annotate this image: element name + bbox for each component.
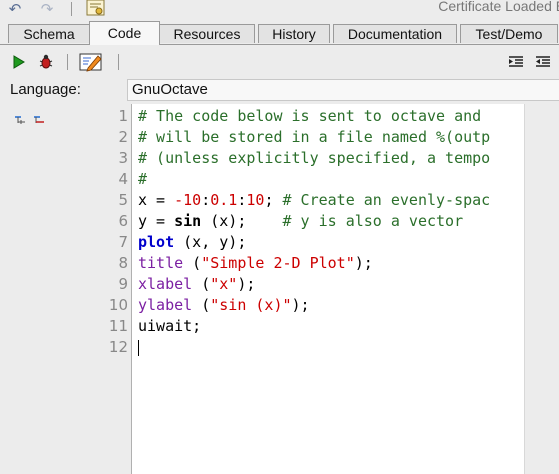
- code-token: 0.1: [210, 191, 238, 209]
- code-token: ;: [264, 191, 283, 209]
- code-token: x =: [138, 191, 175, 209]
- code-token: (: [192, 296, 211, 314]
- line-number: 10: [108, 296, 128, 314]
- line-number: 5: [118, 191, 128, 209]
- code-token: y =: [138, 212, 175, 230]
- code-token: # y is also a vector: [282, 212, 464, 230]
- code-line-text: #: [138, 169, 147, 190]
- code-token: );: [237, 275, 256, 293]
- code-line-text: # will be stored in a file named %(outp: [138, 127, 490, 148]
- expand-all-icon[interactable]: [14, 112, 26, 130]
- code-line-text: uiwait;: [138, 316, 201, 337]
- code-line[interactable]: uiwait;: [132, 316, 524, 337]
- debug-bug-icon[interactable]: [39, 54, 53, 74]
- tab-schema[interactable]: Schema: [8, 24, 90, 43]
- redo-icon[interactable]: ↷: [38, 1, 56, 17]
- code-token: (x);: [201, 212, 283, 230]
- line-number: 9: [118, 275, 128, 293]
- line-number: 8: [118, 254, 128, 272]
- tab-code[interactable]: Code: [89, 21, 160, 45]
- code-toolbar: [0, 45, 559, 78]
- code-line[interactable]: [132, 337, 524, 358]
- certificate-icon[interactable]: [86, 0, 106, 16]
- line-number: 1: [118, 107, 128, 125]
- undo-icon[interactable]: ↶: [6, 1, 24, 17]
- code-token: xlabel: [138, 275, 193, 293]
- code-token: # will be stored in a file named %(outp: [138, 128, 491, 146]
- code-token: :: [201, 191, 211, 209]
- line-number: 2: [118, 128, 128, 146]
- line-number: 3: [118, 149, 128, 167]
- code-line-text: # (unless explicitly specified, a tempo: [138, 148, 490, 169]
- code-line-text: xlabel ("x");: [138, 274, 255, 295]
- code-token: "Simple 2-D Plot": [201, 254, 355, 272]
- code-line[interactable]: # (unless explicitly specified, a tempo: [132, 148, 524, 169]
- tab-documentation[interactable]: Documentation: [333, 24, 457, 43]
- collapse-all-icon[interactable]: [33, 112, 45, 130]
- code-token: "sin (x)": [210, 296, 292, 314]
- tab-test-demo[interactable]: Test/Demo: [460, 24, 558, 43]
- text-cursor: [138, 340, 139, 356]
- code-line[interactable]: #: [132, 169, 524, 190]
- code-line[interactable]: ylabel ("sin (x)");: [132, 295, 524, 316]
- code-token: );: [354, 254, 373, 272]
- code-line-text: plot (x, y);: [138, 232, 246, 253]
- code-token: );: [291, 296, 310, 314]
- indent-icon[interactable]: [508, 55, 524, 74]
- code-token: # (unless explicitly specified, a tempo: [138, 149, 491, 167]
- code-editor[interactable]: # The code below is sent to octave and # …: [131, 104, 524, 474]
- code-line[interactable]: title ("Simple 2-D Plot");: [132, 253, 524, 274]
- code-token: title: [138, 254, 184, 272]
- code-token: uiwait;: [138, 317, 202, 335]
- tab-bar: Schema Code Resources History Documentat…: [0, 21, 559, 45]
- code-line[interactable]: y = sin (x); # y is also a vector: [132, 211, 524, 232]
- language-label: Language:: [10, 81, 81, 98]
- toolbar-separator: [118, 54, 119, 70]
- language-field[interactable]: GnuOctave: [127, 79, 559, 101]
- toolbar-separator: [67, 54, 68, 70]
- code-token: (: [183, 254, 202, 272]
- code-token: (: [192, 275, 211, 293]
- toolbar-separator: [71, 2, 72, 16]
- line-number: 12: [108, 338, 128, 356]
- code-line[interactable]: x = -10:0.1:10; # Create an evenly-spac: [132, 190, 524, 211]
- certificate-status: Certificate Loaded E:: [438, 0, 559, 14]
- code-line-text: ylabel ("sin (x)");: [138, 295, 310, 316]
- code-token: (x, y);: [174, 233, 247, 251]
- code-line-text: title ("Simple 2-D Plot");: [138, 253, 373, 274]
- code-token: #: [138, 170, 148, 188]
- top-bar: ↶ ↷ Certificate Loaded E:: [0, 0, 559, 20]
- code-line-text: # The code below is sent to octave and: [138, 106, 481, 127]
- code-line-text: x = -10:0.1:10; # Create an evenly-spac: [138, 190, 490, 211]
- run-icon[interactable]: [13, 55, 25, 74]
- code-token: # The code below is sent to octave and: [138, 107, 482, 125]
- code-line[interactable]: plot (x, y);: [132, 232, 524, 253]
- tab-resources[interactable]: Resources: [159, 24, 255, 43]
- line-number: 4: [118, 170, 128, 188]
- code-token: sin: [174, 212, 202, 230]
- line-number: 6: [118, 212, 128, 230]
- code-token: plot: [138, 233, 175, 251]
- tab-history[interactable]: History: [258, 24, 330, 43]
- code-token: ylabel: [138, 296, 193, 314]
- editor-overview-ruler: [524, 104, 559, 474]
- line-number: 11: [108, 317, 128, 335]
- code-line[interactable]: # will be stored in a file named %(outp: [132, 127, 524, 148]
- code-line-text: y = sin (x); # y is also a vector: [138, 211, 463, 232]
- edit-script-icon[interactable]: [79, 52, 103, 77]
- code-token: "x": [210, 275, 238, 293]
- line-number: 7: [118, 233, 128, 251]
- code-token: -10: [174, 191, 202, 209]
- code-line[interactable]: xlabel ("x");: [132, 274, 524, 295]
- outdent-icon[interactable]: [535, 55, 551, 74]
- code-token: 10: [246, 191, 265, 209]
- code-token: # Create an evenly-spac: [282, 191, 491, 209]
- line-numbers: 1 2 3 4 5 6 7 8 9 10 11 12: [108, 104, 130, 474]
- code-line[interactable]: # The code below is sent to octave and: [132, 106, 524, 127]
